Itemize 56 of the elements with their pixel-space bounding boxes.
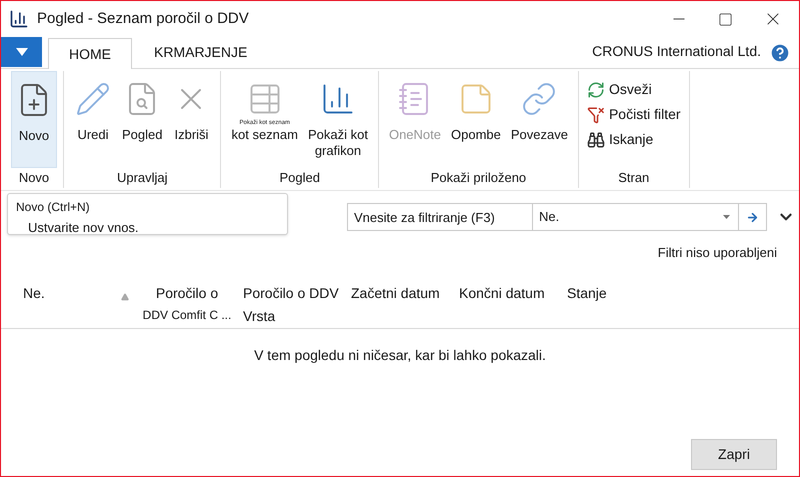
ribbon-button[interactable]: Pokaži kot grafikon: [304, 71, 372, 168]
ribbon-button[interactable]: Iskanje: [584, 129, 683, 150]
group-label: Pokaži priloženo: [430, 169, 528, 187]
column-header[interactable]: Poročilo o DDV Comfit C ...: [131, 280, 243, 324]
button-label: Uredi: [77, 127, 109, 143]
column-header[interactable]: Ne.: [23, 280, 131, 304]
button-label: kot seznam: [231, 127, 298, 143]
tooltip-title: Novo (Ctrl+N): [16, 199, 91, 216]
ribbon-button[interactable]: Osveži: [584, 79, 683, 100]
filter-status: Filtri niso uporabljeni: [658, 244, 777, 262]
help-icon[interactable]: [769, 42, 791, 64]
maximize-icon[interactable]: [718, 12, 733, 26]
ribbon-button[interactable]: Izbriši: [168, 71, 214, 168]
filter-field-select[interactable]: Ne.: [533, 207, 723, 227]
column-header[interactable]: Začetni datum: [351, 280, 459, 304]
ribbon-button[interactable]: Uredi: [70, 71, 116, 168]
column-header[interactable]: Poročilo o DDV Vrsta: [243, 280, 351, 326]
button-label: Pokaži kot: [308, 127, 368, 143]
ribbon-button[interactable]: Počisti filter: [584, 104, 683, 125]
button-label: grafikon: [314, 143, 362, 159]
refresh-icon: [586, 80, 605, 98]
app-logo-icon: [9, 9, 29, 29]
window-title: Pogled - Seznam poročil o DDV: [37, 8, 249, 29]
close-button[interactable]: Zapri: [691, 439, 777, 470]
button-label: Novo: [18, 128, 50, 144]
ribbon-button[interactable]: Opombe: [447, 71, 505, 168]
binoculars-icon: [586, 130, 605, 148]
dropdown-triangle-icon: [16, 48, 28, 56]
filter-bar[interactable]: Vnesite za filtriranje (F3) Ne.: [347, 203, 767, 231]
group-label: Upravljaj: [116, 169, 169, 187]
column-header[interactable]: Stanje: [567, 280, 647, 304]
button-label: Izbriši: [174, 127, 208, 143]
filter-input[interactable]: Vnesite za filtriranje (F3): [348, 204, 533, 230]
button-label: Opombe: [451, 127, 501, 143]
ribbon-tab[interactable]: KRMARJENJE: [134, 37, 268, 68]
clear-filter-icon: [586, 106, 605, 124]
pencil-icon: [75, 81, 111, 117]
ribbon-button[interactable]: Novo: [11, 71, 57, 168]
column-header[interactable]: Končni datum: [459, 280, 567, 304]
empty-message: V tem pogledu ni ničesar, kar bi lahko pokazali.: [254, 346, 546, 365]
arrow-right-icon: [746, 210, 759, 224]
tooltip-text: Ustvarite nov vnos.: [27, 219, 140, 237]
ribbon-button[interactable]: Pogled: [118, 71, 166, 168]
link-icon: [521, 81, 558, 117]
button-label: Povezave: [510, 127, 568, 143]
ribbon-button[interactable]: Povezave: [506, 71, 572, 168]
button-label: OneNote: [388, 127, 441, 143]
app-menu-button[interactable]: [1, 37, 42, 67]
group-label: Pogled: [278, 169, 321, 187]
group-label: Novo: [18, 169, 50, 187]
sort-ascending-icon: [121, 292, 129, 300]
group-label: Stran: [617, 169, 650, 187]
button-label: Pogled: [122, 127, 162, 143]
dropdown-triangle-icon: [723, 215, 730, 219]
ribbon-tab[interactable]: HOME: [48, 38, 132, 69]
company-name: CRONUS International Ltd.: [592, 42, 761, 61]
